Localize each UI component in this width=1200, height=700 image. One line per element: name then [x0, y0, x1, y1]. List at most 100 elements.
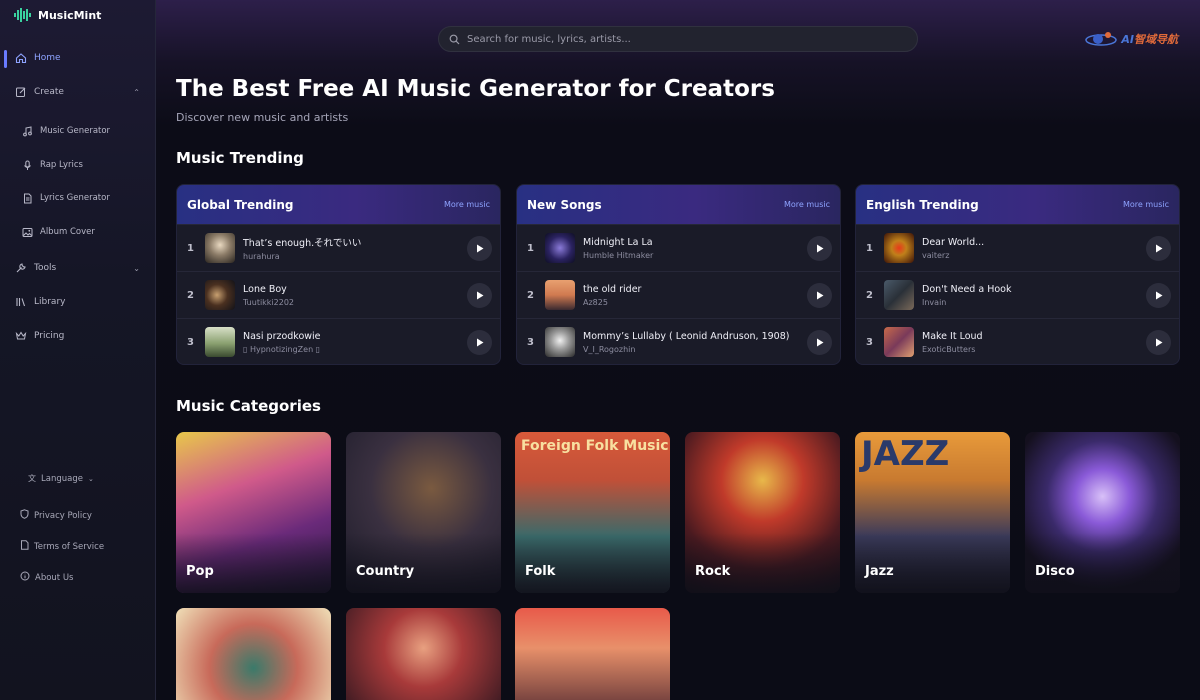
song-title: Nasi przodkowie	[243, 330, 321, 342]
play-icon	[476, 338, 483, 347]
play-button[interactable]	[1146, 236, 1171, 261]
song-cover	[884, 327, 914, 357]
shield-icon	[20, 509, 29, 522]
play-icon	[816, 291, 823, 300]
song-row[interactable]: 3 Mommy’s Lullaby ( Leonid Andruson, 190…	[517, 318, 840, 364]
play-icon	[1155, 338, 1162, 347]
song-row[interactable]: 2 Lone Boy Tuutikki2202	[177, 271, 500, 318]
category-label: Jazz	[865, 564, 894, 579]
song-artist: ▯ HypnotizingZen ▯	[243, 344, 321, 354]
rocket-logo-icon	[1085, 32, 1118, 46]
language-label: Language	[41, 473, 83, 484]
sidebar-item-label: Music Generator	[40, 126, 111, 136]
search-bar[interactable]	[438, 26, 918, 52]
category-card-rock[interactable]: Rock	[685, 432, 840, 593]
category-card-pop[interactable]: Pop	[176, 432, 331, 593]
play-button[interactable]	[807, 283, 832, 308]
sidebar-item-create[interactable]: Create ⌃	[0, 79, 156, 105]
song-title: Dear World...	[922, 236, 985, 248]
translate-icon: 文	[28, 474, 36, 483]
search-icon	[449, 34, 460, 44]
play-button[interactable]	[807, 236, 832, 261]
play-button[interactable]	[1146, 330, 1171, 355]
song-rank: 1	[527, 242, 534, 254]
sidebar-item-label: Home	[34, 53, 61, 63]
about-us-link[interactable]: About Us	[20, 571, 73, 584]
play-button[interactable]	[1146, 283, 1171, 308]
song-artist: hurahura	[243, 252, 280, 261]
play-icon	[1155, 244, 1162, 253]
category-card[interactable]	[515, 608, 670, 700]
song-row[interactable]: 2 Don't Need a Hook Invain	[856, 271, 1179, 318]
chevron-down-icon: ⌄	[133, 263, 140, 273]
sidebar-item-rap-lyrics[interactable]: Rap Lyrics	[0, 152, 156, 178]
more-music-link[interactable]: More music	[444, 200, 490, 209]
song-cover	[205, 327, 235, 357]
trend-card-title: New Songs	[527, 197, 602, 212]
footer-link-label: About Us	[35, 572, 74, 583]
privacy-policy-link[interactable]: Privacy Policy	[20, 509, 92, 522]
search-input[interactable]	[467, 33, 887, 45]
song-cover	[545, 233, 575, 263]
trend-card-header: New Songs More music	[517, 185, 840, 224]
song-rank: 3	[527, 336, 534, 348]
sidebar-item-pricing[interactable]: Pricing	[0, 323, 156, 349]
play-button[interactable]	[807, 330, 832, 355]
document-icon	[20, 191, 34, 205]
crown-icon	[14, 329, 28, 343]
more-music-link[interactable]: More music	[1123, 200, 1169, 209]
more-music-link[interactable]: More music	[784, 200, 830, 209]
song-rank: 3	[866, 336, 873, 348]
song-row[interactable]: 3 Nasi przodkowie ▯ HypnotizingZen ▯	[177, 318, 500, 364]
brand[interactable]: MusicMint	[14, 6, 101, 24]
category-label: Country	[356, 564, 415, 579]
song-row[interactable]: 1 Midnight La La Humble Hitmaker	[517, 224, 840, 271]
song-artist: Invain	[922, 297, 947, 307]
play-icon	[816, 338, 823, 347]
song-row[interactable]: 1 Dear World... vaiterz	[856, 224, 1179, 271]
song-title: Make It Loud	[922, 330, 983, 342]
category-card[interactable]	[346, 608, 501, 700]
sidebar-item-music-generator[interactable]: Music Generator	[0, 118, 156, 144]
document-icon	[20, 540, 29, 553]
song-title: Lone Boy	[243, 283, 287, 295]
category-card-disco[interactable]: Disco	[1025, 432, 1180, 593]
trend-card-title: Global Trending	[187, 197, 294, 212]
play-button[interactable]	[467, 283, 492, 308]
sidebar-item-album-cover[interactable]: Album Cover	[0, 219, 156, 245]
sidebar-item-label: Pricing	[34, 331, 65, 341]
song-artist: Humble Hitmaker	[583, 250, 654, 260]
song-row[interactable]: 2 the old rider Az825	[517, 271, 840, 318]
song-row[interactable]: 3 Make It Loud ExoticButters	[856, 318, 1179, 364]
category-card-country[interactable]: Country	[346, 432, 501, 593]
song-cover	[545, 327, 575, 357]
brand-name: MusicMint	[38, 8, 102, 22]
song-cover	[545, 280, 575, 310]
home-icon	[14, 51, 28, 65]
play-icon	[1155, 291, 1162, 300]
sidebar-item-library[interactable]: Library	[0, 289, 156, 315]
song-rank: 2	[187, 289, 194, 301]
terms-of-service-link[interactable]: Terms of Service	[20, 540, 104, 553]
chevron-up-icon: ⌃	[133, 87, 140, 97]
song-rank: 2	[527, 289, 534, 301]
trend-card-header: Global Trending More music	[177, 185, 500, 224]
trending-section-title: Music Trending	[176, 149, 304, 167]
song-artist: vaiterz	[922, 250, 950, 260]
sidebar-item-home[interactable]: Home	[0, 45, 156, 71]
language-selector[interactable]: 文 Language ⌄	[28, 473, 94, 484]
partner-logo[interactable]: AI智域导航	[1084, 30, 1178, 48]
song-row[interactable]: 1 That’s enough.それでいい hurahura	[177, 224, 500, 271]
sidebar-item-label: Library	[34, 297, 66, 307]
play-button[interactable]	[467, 330, 492, 355]
category-card-jazz[interactable]: JAZZ Jazz	[855, 432, 1010, 593]
play-button[interactable]	[467, 236, 492, 261]
sidebar-item-tools[interactable]: Tools ⌄	[0, 255, 156, 281]
partner-logo-text: AI智域导航	[1121, 33, 1178, 46]
categories-section-title: Music Categories	[176, 397, 321, 415]
sidebar-item-lyrics-generator[interactable]: Lyrics Generator	[0, 185, 156, 211]
footer-link-label: Privacy Policy	[34, 510, 92, 521]
category-card-folk[interactable]: Foreign Folk Music Folk	[515, 432, 670, 593]
category-card[interactable]	[176, 608, 331, 700]
trend-card-english: English Trending More music 1 Dear World…	[855, 184, 1180, 365]
